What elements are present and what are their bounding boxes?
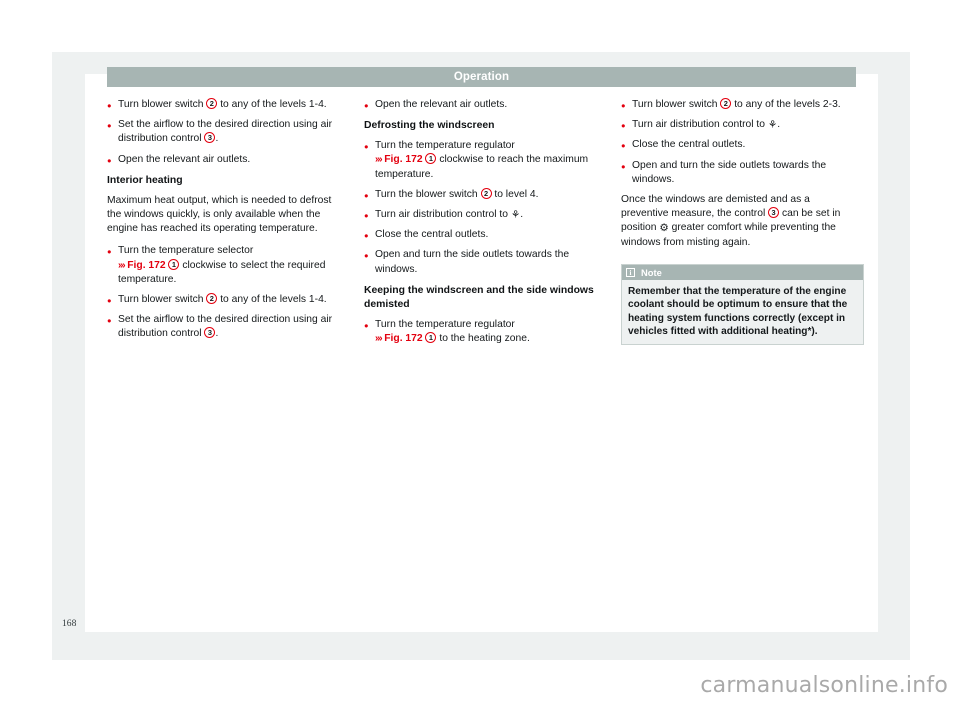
list-item: Close the central outlets. — [364, 228, 602, 243]
list-item: Turn blower switch 2 to any of the level… — [621, 98, 859, 113]
list-item: Open and turn the side outlets towards t… — [621, 159, 859, 187]
section-heading: Defrosting the windscreen — [364, 120, 495, 132]
demist-comfort-symbol-icon: ⚙ — [659, 222, 669, 235]
note-box-title: Note — [641, 266, 662, 278]
bullet-text: Close the central outlets. — [632, 139, 746, 151]
bullet-text: Open and turn the side outlets towards t… — [375, 249, 570, 275]
defrost-windscreen-symbol-icon: ⚘ — [767, 119, 778, 132]
list-item: Set the airflow to the desired direction… — [107, 313, 345, 341]
callout-number: 2 — [206, 98, 218, 109]
chapter-title: Operation — [453, 71, 510, 83]
bullet-text: Turn air distribution control to — [375, 209, 511, 221]
callout-number: 2 — [480, 187, 492, 199]
note-box-body: Remember that the temperature of the eng… — [628, 285, 848, 338]
list-item: Open the relevant air outlets. — [107, 153, 345, 168]
list-item: Set the airflow to the desired direction… — [107, 118, 345, 146]
list-item: Turn the temperature regulator ››› Fig. … — [364, 139, 602, 182]
column-middle: Open the relevant air outlets. Defrostin… — [364, 98, 602, 352]
list-item: Turn air distribution control to ⚘. — [621, 118, 859, 133]
chapter-header-bar: Operation — [107, 67, 856, 87]
page-number: 168 — [62, 618, 77, 629]
figure-cross-reference[interactable]: Fig. 172 — [127, 260, 165, 271]
callout-number: 2 — [206, 293, 218, 305]
cross-reference-chevron-icon: ››› — [375, 154, 383, 166]
list-item: Turn the temperature selector ››› Fig. 1… — [107, 244, 345, 287]
bullet-text: Turn the temperature regulator — [375, 140, 515, 152]
list-item: Turn blower switch 2 to any of the level… — [107, 98, 345, 113]
bullet-text: Set the airflow to the desired direction… — [118, 119, 333, 145]
body-paragraph: Maximum heat output, which is needed to … — [107, 194, 332, 235]
callout-number: 3 — [768, 207, 780, 219]
bullet-text-tail: . — [520, 209, 524, 221]
site-watermark: carmanualsonline.info — [700, 673, 948, 698]
list-item: Turn blower switch 2 to any of the level… — [107, 293, 345, 308]
callout-number: 3 — [204, 327, 216, 339]
list-item: Open and turn the side outlets towards t… — [364, 248, 602, 276]
callout-number: 3 — [204, 132, 216, 144]
list-item: Turn the temperature regulator ››› Fig. … — [364, 318, 602, 346]
bullet-text-tail: . — [215, 328, 219, 340]
bullet-text: Turn air distribution control to — [632, 119, 768, 131]
bullet-text-tail: to the heating zone. — [436, 333, 530, 345]
figure-cross-reference[interactable]: Fig. 172 — [384, 154, 422, 165]
callout-number: 2 — [720, 98, 732, 109]
bullet-text: Open and turn the side outlets towards t… — [632, 159, 827, 185]
list-item: Turn air distribution control to ⚘. — [364, 208, 602, 223]
list-item: Close the central outlets. — [621, 138, 859, 153]
bullet-text: Open the relevant air outlets. — [118, 153, 251, 165]
page-columns: Turn blower switch 2 to any of the level… — [107, 98, 864, 352]
note-box-header: i Note — [622, 264, 863, 280]
bullet-text: Turn blower switch — [632, 99, 721, 110]
bullet-text: Set the airflow to the desired direction… — [118, 314, 333, 340]
bullet-text: Turn the temperature selector — [118, 245, 254, 257]
bullet-text-tail: to any of the levels 1-4. — [217, 99, 327, 110]
callout-number: 1 — [425, 153, 437, 165]
body-paragraph: Once the windows are demisted and as a p… — [621, 193, 859, 250]
column-left: Turn blower switch 2 to any of the level… — [107, 98, 345, 352]
cross-reference-chevron-icon: ››› — [375, 333, 383, 345]
bullet-text-tail: to level 4. — [491, 188, 539, 200]
bullet-text: Close the central outlets. — [375, 229, 489, 241]
bullet-text-tail: to any of the levels 1-4. — [217, 294, 327, 306]
bullet-text: Turn blower switch — [118, 99, 207, 110]
bullet-text: Turn the blower switch — [375, 188, 481, 200]
figure-cross-reference[interactable]: Fig. 172 — [384, 333, 422, 344]
bullet-text-tail: . — [777, 119, 781, 131]
callout-number: 1 — [168, 258, 180, 270]
list-item: Open the relevant air outlets. — [364, 98, 602, 113]
bullet-text: Turn blower switch — [118, 294, 207, 306]
list-item: Turn the blower switch 2 to level 4. — [364, 187, 602, 203]
cross-reference-chevron-icon: ››› — [118, 259, 126, 271]
section-heading: Interior heating — [107, 174, 183, 186]
bullet-text-tail: to any of the levels 2-3. — [731, 99, 841, 110]
bullet-text: Turn the temperature regulator — [375, 318, 515, 330]
note-box: i Note Remember that the temperature of … — [621, 263, 864, 346]
defrost-windscreen-symbol-icon: ⚘ — [510, 209, 521, 222]
bullet-text: Open the relevant air outlets. — [375, 99, 508, 110]
column-right: Turn blower switch 2 to any of the level… — [621, 98, 864, 352]
bullet-text-tail: . — [215, 133, 219, 145]
manual-page: Operation Turn blower switch 2 to any of… — [85, 67, 878, 632]
info-icon: i — [626, 267, 635, 277]
callout-number: 1 — [425, 332, 437, 344]
section-heading: Keeping the windscreen and the side wind… — [364, 284, 594, 310]
